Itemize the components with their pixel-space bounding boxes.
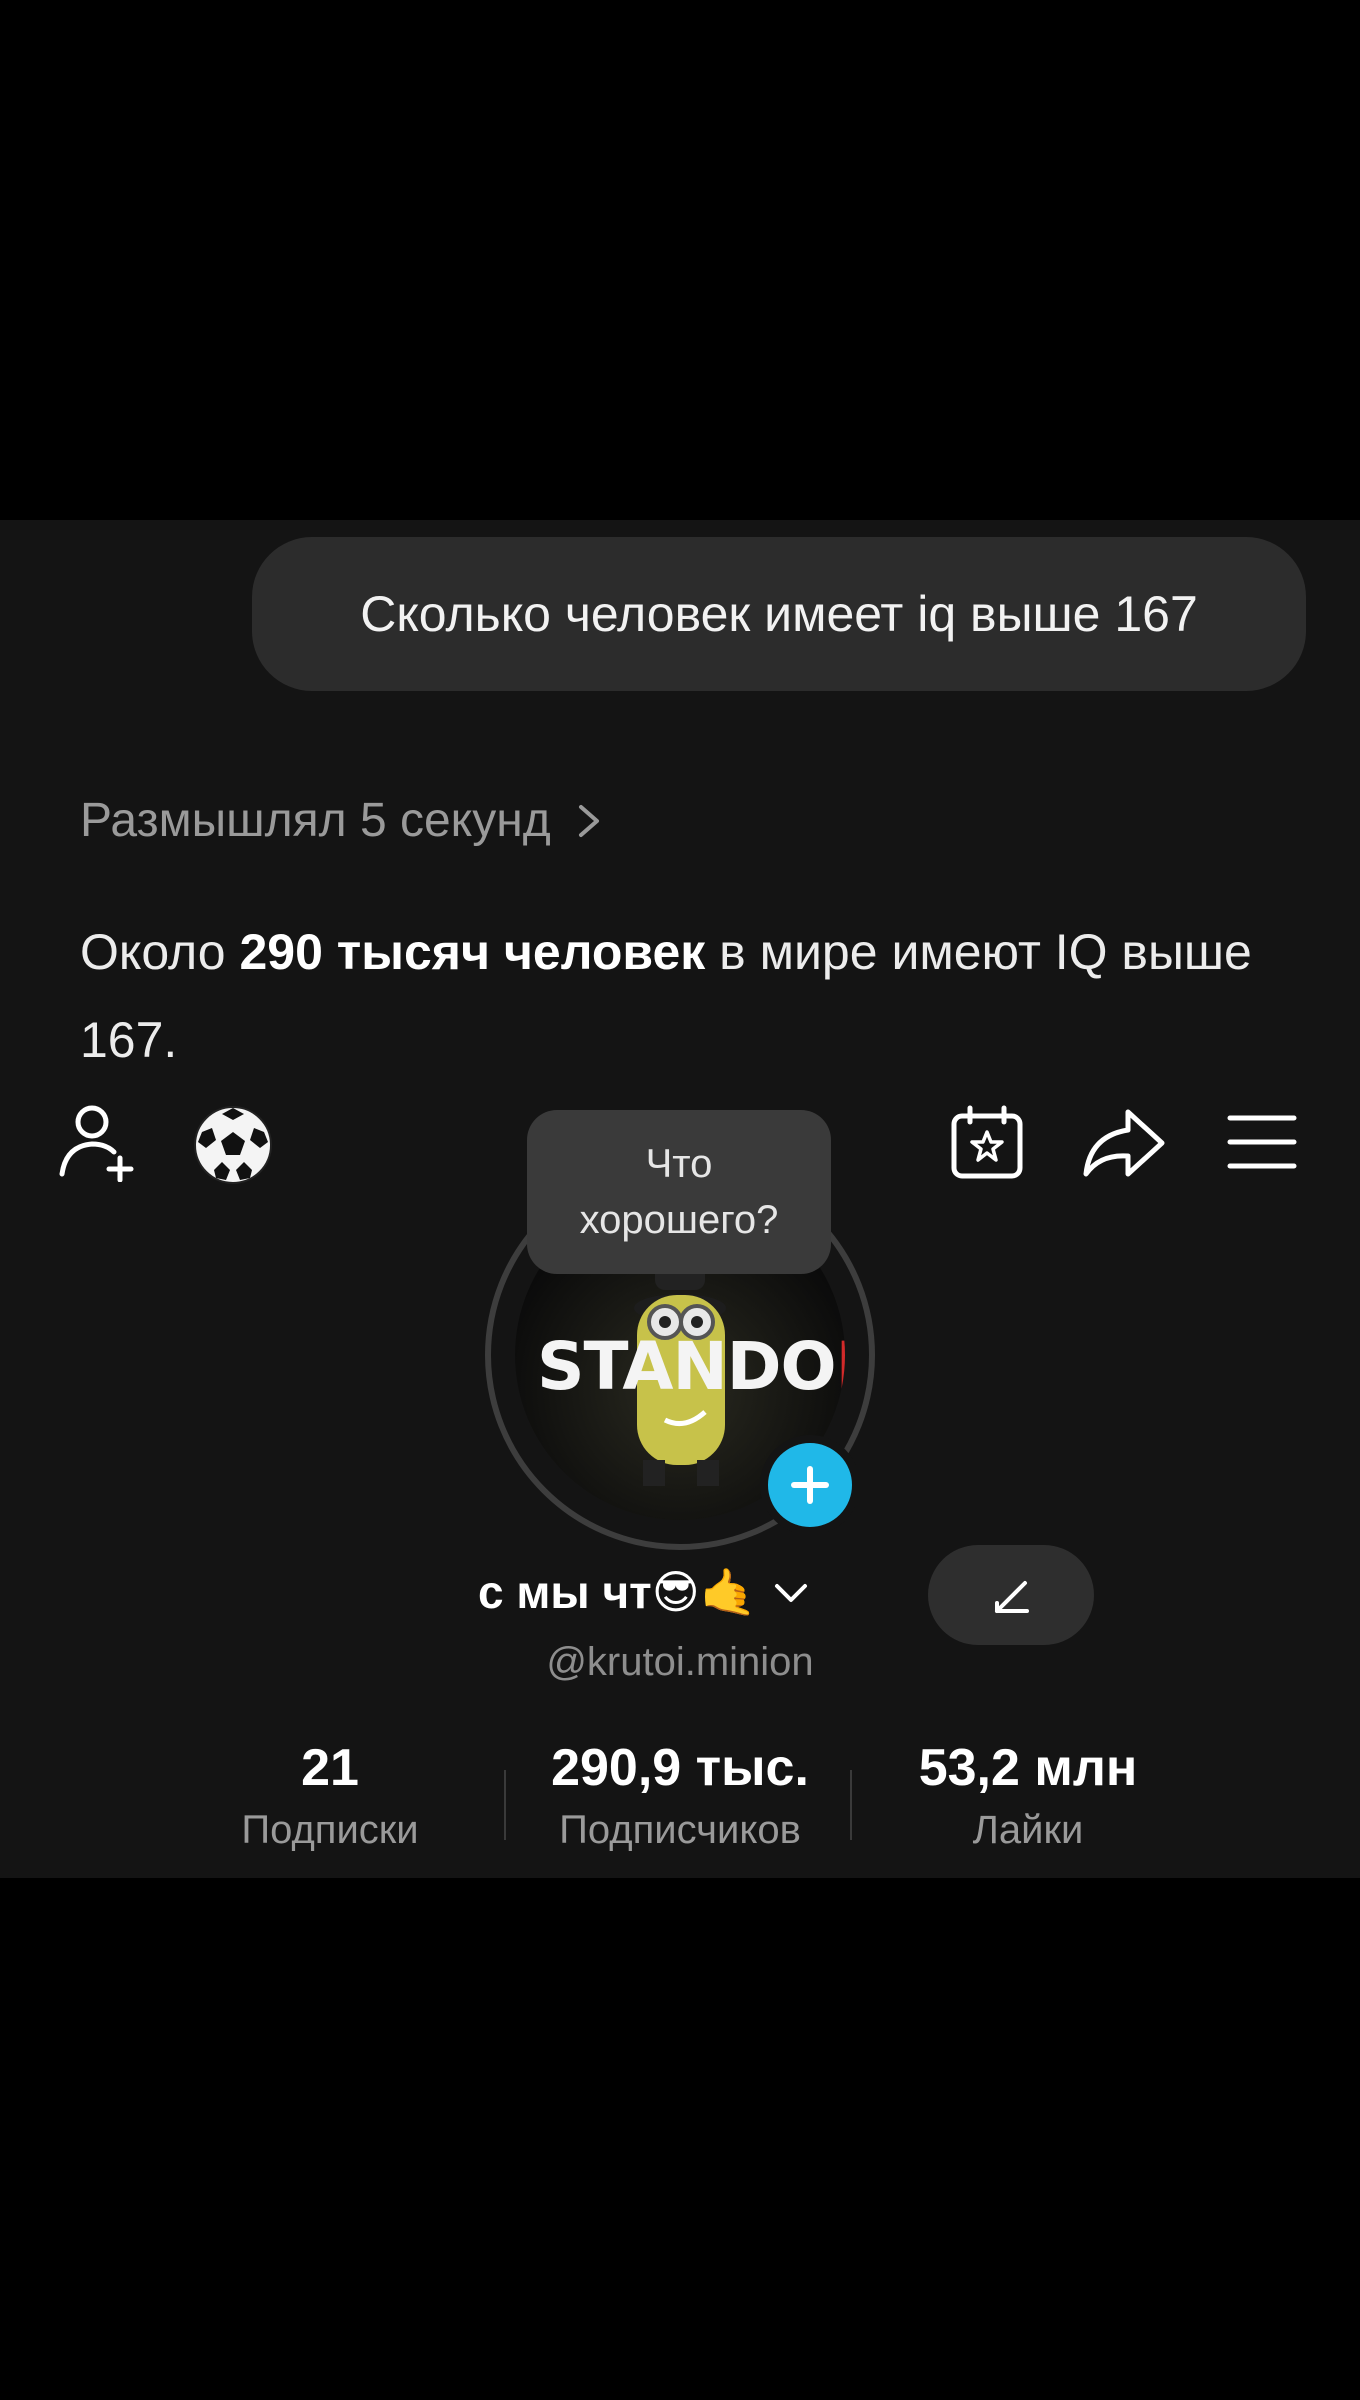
assistant-answer: Около 290 тысяч человек в мире имеют IQ … — [80, 908, 1280, 1084]
status-tooltip[interactable]: Что хорошего? — [527, 1110, 831, 1274]
stat-following[interactable]: 21 Подписки — [180, 1736, 480, 1858]
stat-following-value: 21 — [301, 1739, 359, 1797]
user-message-bubble: Сколько человек имеет iq выше 167 — [252, 537, 1306, 691]
avatar-game-title-white: STANDO — [537, 1328, 837, 1405]
user-message-text: Сколько человек имеет iq выше 167 — [360, 586, 1198, 642]
avatar-game-title-red: FF 2 — [836, 1328, 845, 1405]
stat-divider — [504, 1770, 506, 1840]
stat-likes-value: 53,2 млн — [918, 1739, 1138, 1797]
avatar-game-title: STANDOFF 2 — [537, 1328, 845, 1405]
calendar-star-icon[interactable] — [948, 1104, 1026, 1182]
chevron-right-icon — [578, 804, 599, 837]
display-name: с мы чт😎🤙 — [478, 1566, 757, 1618]
soccer-ball-icon[interactable] — [192, 1104, 274, 1186]
profile-handle: @krutoi.minion — [546, 1640, 814, 1684]
hamburger-menu-icon[interactable] — [1226, 1110, 1298, 1174]
pencil-icon — [995, 1581, 1029, 1613]
thought-label: Размышлял 5 секунд — [80, 794, 551, 847]
chevron-down-icon[interactable] — [771, 1578, 811, 1608]
plus-icon — [791, 1466, 829, 1504]
thought-toggle[interactable]: Размышлял 5 секунд — [80, 793, 605, 848]
stat-likes-label: Лайки — [972, 1808, 1084, 1852]
tooltip-line-1: Что — [645, 1142, 713, 1186]
stat-following-label: Подписки — [241, 1808, 419, 1852]
edit-profile-button[interactable] — [928, 1545, 1094, 1645]
stat-followers[interactable]: 290,9 тыс. Подписчиков — [500, 1736, 860, 1858]
add-story-button[interactable] — [760, 1435, 860, 1535]
add-friend-icon[interactable] — [56, 1102, 142, 1182]
stat-followers-value: 290,9 тыс. — [551, 1739, 809, 1797]
answer-prefix: Около — [80, 924, 240, 980]
tooltip-line-2: хорошего? — [579, 1198, 779, 1242]
stat-followers-label: Подписчиков — [559, 1808, 801, 1852]
stat-divider — [850, 1770, 852, 1840]
profile-name-row[interactable]: с мы чт😎🤙 — [478, 1565, 811, 1620]
stat-likes[interactable]: 53,2 млн Лайки — [868, 1736, 1188, 1858]
answer-highlight: 290 тысяч человек — [239, 924, 706, 980]
share-arrow-icon[interactable] — [1080, 1104, 1168, 1182]
